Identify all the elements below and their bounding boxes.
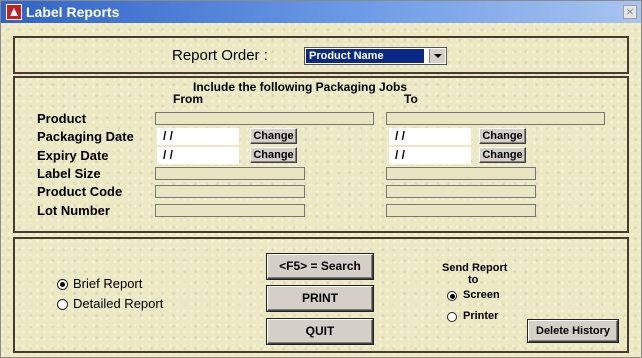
detailed-report-label[interactable]: Detailed Report — [73, 296, 163, 311]
to-column-label: To — [404, 92, 418, 106]
brief-report-radio[interactable] — [57, 279, 68, 290]
label-size-label: Label Size — [37, 166, 101, 181]
close-icon[interactable]: × — [623, 5, 637, 19]
product-from-field[interactable] — [155, 112, 374, 125]
lot-number-label: Lot Number — [37, 203, 110, 218]
product-label: Product — [37, 111, 87, 126]
packaging-date-from-change-button[interactable]: Change — [250, 128, 297, 144]
lot-number-from-field[interactable] — [155, 204, 305, 217]
brief-report-label[interactable]: Brief Report — [73, 276, 142, 291]
quit-button[interactable]: QUIT — [267, 319, 373, 344]
search-button[interactable]: <F5> = Search — [267, 254, 373, 279]
packaging-date-from-input[interactable]: / / — [157, 128, 239, 145]
send-report-heading-to: to — [468, 274, 479, 286]
print-button[interactable]: PRINT — [267, 286, 373, 311]
product-code-to-field[interactable] — [386, 185, 536, 198]
window-title: Label Reports — [26, 4, 120, 20]
report-order-select[interactable]: Product Name — [304, 47, 447, 65]
packaging-date-label: Packaging Date — [37, 129, 134, 144]
label-size-from-field[interactable] — [155, 167, 305, 180]
expiry-date-from-input[interactable]: / / — [157, 147, 239, 164]
product-code-from-field[interactable] — [155, 185, 305, 198]
send-screen-label[interactable]: Screen — [463, 289, 500, 301]
send-screen-radio[interactable] — [447, 291, 457, 301]
report-order-value: Product Name — [306, 49, 424, 63]
title-bar[interactable]: Label Reports × — [1, 1, 641, 23]
from-column-label: From — [173, 92, 203, 106]
packaging-date-to-change-button[interactable]: Change — [479, 128, 526, 144]
expiry-date-to-input[interactable]: / / — [389, 147, 471, 164]
delete-history-button[interactable]: Delete History — [528, 320, 618, 342]
send-report-heading: Send Report — [442, 262, 508, 274]
packaging-date-to-input[interactable]: / / — [389, 128, 471, 145]
expiry-date-from-change-button[interactable]: Change — [250, 147, 297, 163]
detailed-report-radio[interactable] — [57, 299, 68, 310]
app-logo-icon — [6, 4, 22, 20]
criteria-heading: Include the following Packaging Jobs — [193, 80, 408, 94]
product-to-field[interactable] — [386, 112, 605, 125]
expiry-date-label: Expiry Date — [37, 148, 109, 163]
send-printer-label[interactable]: Printer — [463, 310, 498, 322]
lot-number-to-field[interactable] — [386, 204, 536, 217]
chevron-down-icon[interactable] — [429, 49, 445, 63]
label-reports-window: Label Reports × Report Order : Product N… — [0, 0, 642, 358]
label-size-to-field[interactable] — [386, 167, 536, 180]
product-code-label: Product Code — [37, 184, 123, 199]
report-order-label: Report Order : — [172, 47, 268, 64]
send-printer-radio[interactable] — [447, 312, 457, 322]
expiry-date-to-change-button[interactable]: Change — [479, 147, 526, 163]
